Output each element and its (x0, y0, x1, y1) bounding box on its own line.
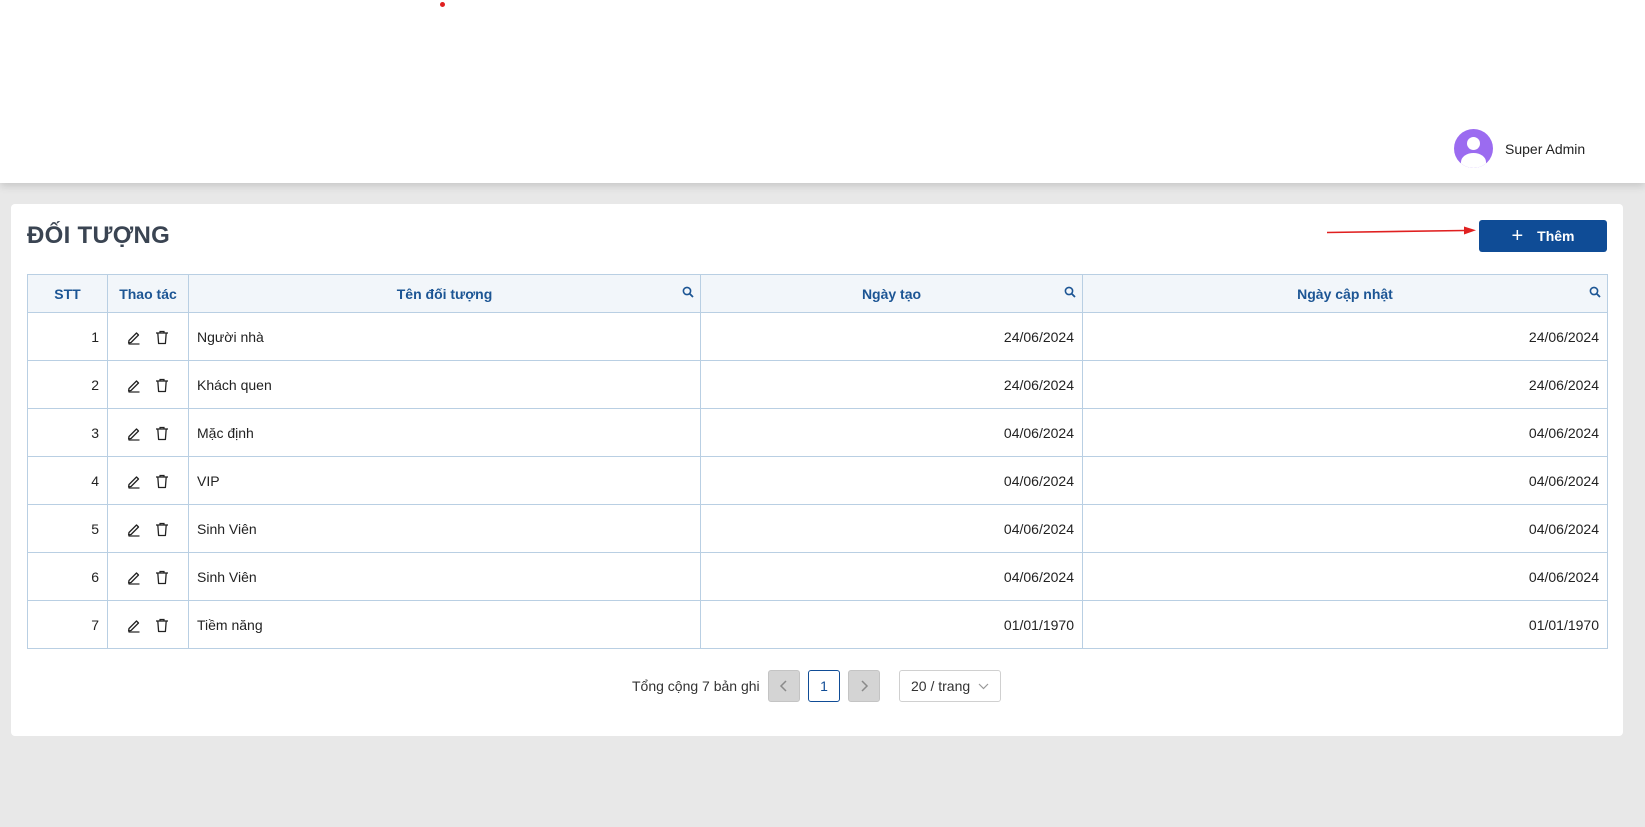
search-icon[interactable] (682, 286, 694, 298)
trash-icon[interactable] (154, 569, 170, 585)
table-row: 3 Mặc định 04/06/2024 04/06/2024 (27, 408, 1608, 457)
annotation-arrow (1327, 226, 1476, 235)
row-updated-date: 04/06/2024 (1082, 456, 1608, 505)
row-created-date: 01/01/1970 (700, 600, 1083, 649)
row-stt: 1 (27, 312, 108, 361)
row-actions (107, 600, 189, 649)
trash-icon[interactable] (154, 473, 170, 489)
chevron-left-icon (779, 680, 787, 692)
page-title: ĐỐI TƯỢNG (27, 222, 171, 249)
pagination: Tổng cộng 7 bản ghi 1 20 / trang (11, 670, 1623, 704)
column-header-actions: Thao tác (107, 274, 189, 313)
column-header-created: Ngày tạo (700, 274, 1083, 313)
row-name: Sinh Viên (188, 504, 701, 553)
page-size-select[interactable]: 20 / trang (899, 670, 1001, 702)
plus-icon: + (1511, 225, 1524, 247)
row-name: VIP (188, 456, 701, 505)
table-row: 4 VIP 04/06/2024 04/06/2024 (27, 456, 1608, 505)
row-actions (107, 552, 189, 601)
row-name: Khách quen (188, 360, 701, 409)
row-actions (107, 456, 189, 505)
data-table: STT Thao tác Tên đối tượng Ngày tạo Ngày… (27, 274, 1608, 649)
row-updated-date: 04/06/2024 (1082, 504, 1608, 553)
row-created-date: 04/06/2024 (700, 552, 1083, 601)
table-row: 6 Sinh Viên 04/06/2024 04/06/2024 (27, 552, 1608, 601)
table-row: 5 Sinh Viên 04/06/2024 04/06/2024 (27, 504, 1608, 553)
row-stt: 2 (27, 360, 108, 409)
search-icon[interactable] (1064, 286, 1076, 298)
trash-icon[interactable] (154, 617, 170, 633)
trash-icon[interactable] (154, 329, 170, 345)
chevron-right-icon (861, 680, 869, 692)
user-name: Super Admin (1505, 140, 1586, 157)
row-stt: 5 (27, 504, 108, 553)
row-updated-date: 24/06/2024 (1082, 312, 1608, 361)
column-header-updated: Ngày cập nhật (1082, 274, 1608, 313)
add-button[interactable]: + Thêm (1479, 220, 1607, 252)
next-page-button[interactable] (848, 670, 880, 702)
row-updated-date: 24/06/2024 (1082, 360, 1608, 409)
row-created-date: 04/06/2024 (700, 456, 1083, 505)
table-row: 1 Người nhà 24/06/2024 24/06/2024 (27, 312, 1608, 361)
row-stt: 6 (27, 552, 108, 601)
row-created-date: 04/06/2024 (700, 408, 1083, 457)
chevron-down-icon (978, 683, 989, 689)
row-name: Người nhà (188, 312, 701, 361)
add-button-label: Thêm (1537, 228, 1575, 244)
table-row: 2 Khách quen 24/06/2024 24/06/2024 (27, 360, 1608, 409)
total-records: Tổng cộng 7 bản ghi (632, 678, 760, 694)
page-button-current[interactable]: 1 (808, 670, 840, 702)
row-created-date: 24/06/2024 (700, 312, 1083, 361)
pencil-icon[interactable] (126, 473, 142, 489)
row-name: Tiềm năng (188, 600, 701, 649)
row-updated-date: 04/06/2024 (1082, 408, 1608, 457)
row-created-date: 24/06/2024 (700, 360, 1083, 409)
prev-page-button[interactable] (768, 670, 800, 702)
row-actions (107, 408, 189, 457)
annotation-dot (440, 2, 445, 7)
top-header: Super Admin (0, 0, 1645, 183)
row-actions (107, 312, 189, 361)
row-updated-date: 04/06/2024 (1082, 552, 1608, 601)
trash-icon[interactable] (154, 377, 170, 393)
row-name: Sinh Viên (188, 552, 701, 601)
table-row: 7 Tiềm năng 01/01/1970 01/01/1970 (27, 600, 1608, 649)
user-icon (1454, 129, 1493, 168)
page-size-value: 20 / trang (911, 678, 971, 694)
row-stt: 4 (27, 456, 108, 505)
pencil-icon[interactable] (126, 521, 142, 537)
row-stt: 3 (27, 408, 108, 457)
column-header-name: Tên đối tượng (188, 274, 701, 313)
trash-icon[interactable] (154, 425, 170, 441)
user-menu[interactable]: Super Admin (1454, 129, 1585, 168)
row-created-date: 04/06/2024 (700, 504, 1083, 553)
table-header-row: STT Thao tác Tên đối tượng Ngày tạo Ngày… (27, 274, 1608, 313)
row-actions (107, 360, 189, 409)
pencil-icon[interactable] (126, 425, 142, 441)
row-updated-date: 01/01/1970 (1082, 600, 1608, 649)
pencil-icon[interactable] (126, 329, 142, 345)
pencil-icon[interactable] (126, 377, 142, 393)
content-card: ĐỐI TƯỢNG + Thêm STT Thao tác Tên đối tư… (11, 204, 1623, 736)
row-actions (107, 504, 189, 553)
trash-icon[interactable] (154, 521, 170, 537)
pencil-icon[interactable] (126, 617, 142, 633)
search-icon[interactable] (1589, 286, 1601, 298)
column-header-stt: STT (27, 274, 108, 313)
row-stt: 7 (27, 600, 108, 649)
pencil-icon[interactable] (126, 569, 142, 585)
row-name: Mặc định (188, 408, 701, 457)
